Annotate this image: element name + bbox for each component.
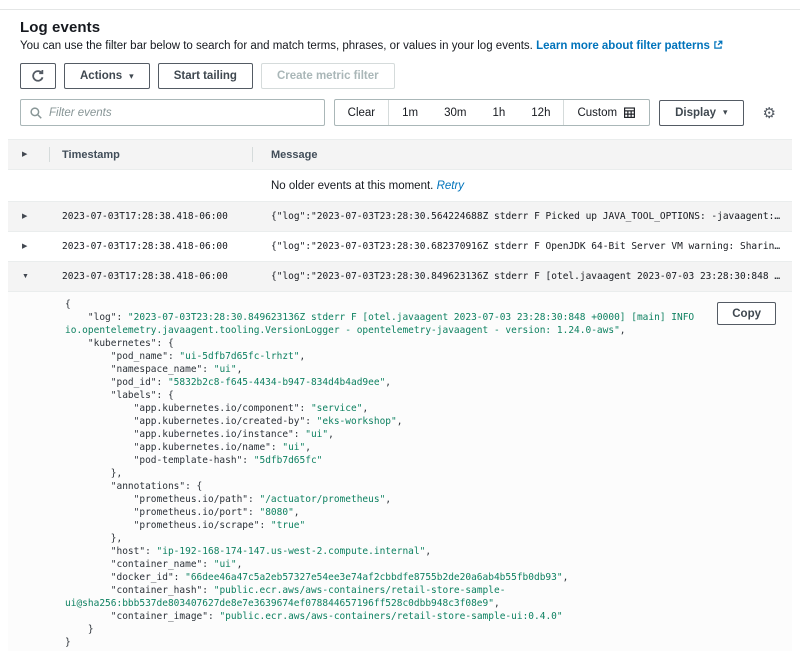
learn-more-link[interactable]: Learn more about filter patterns: [536, 40, 723, 52]
time-range-1m[interactable]: 1m: [389, 100, 431, 125]
row-message: {"log":"2023-07-03T23:28:30.682370916Z s…: [252, 232, 792, 261]
chevron-right-icon: ▶: [22, 213, 27, 220]
actions-button[interactable]: Actions ▾: [64, 63, 150, 89]
toolbar: Actions ▾ Start tailing Create metric fi…: [20, 63, 780, 89]
copy-button[interactable]: Copy: [717, 302, 776, 325]
notice-text: No older events at this moment.: [271, 180, 433, 192]
column-header-timestamp[interactable]: Timestamp: [49, 140, 252, 169]
time-range-12h[interactable]: 12h: [518, 100, 563, 125]
display-label: Display: [675, 107, 716, 119]
create-metric-filter-label: Create metric filter: [277, 70, 379, 82]
filter-events-input[interactable]: [49, 107, 315, 119]
expanded-event-detail: Copy { "log": "2023-07-03T23:28:30.84962…: [8, 292, 792, 651]
display-button[interactable]: Display ▾: [659, 100, 743, 126]
filter-bar: Clear 1m 30m 1h 12h Custom Display ▾ ⚙: [20, 99, 780, 126]
calendar-icon: [623, 106, 636, 119]
row-message: {"log":"2023-07-03T23:28:30.849623136Z s…: [252, 262, 792, 291]
retry-link[interactable]: Retry: [437, 180, 464, 192]
actions-label: Actions: [80, 70, 122, 82]
learn-more-label: Learn more about filter patterns: [536, 40, 710, 52]
description-text: You can use the filter bar below to sear…: [20, 40, 533, 52]
expand-toggle[interactable]: ▶: [8, 213, 49, 220]
page-top-divider: [0, 0, 800, 10]
no-older-events-row: No older events at this moment. Retry: [8, 170, 792, 202]
spacer: [49, 170, 252, 201]
start-tailing-button[interactable]: Start tailing: [158, 63, 253, 89]
expanded-json-code: { "log": "2023-07-03T23:28:30.849623136Z…: [65, 298, 776, 649]
chevron-down-icon: ▾: [723, 108, 728, 117]
time-range-30m[interactable]: 30m: [431, 100, 479, 125]
external-link-icon: [713, 40, 723, 50]
search-icon: [30, 107, 42, 119]
chevron-right-icon: ▶: [22, 151, 27, 158]
table-row[interactable]: ▶ 2023-07-03T17:28:38.418-06:00 {"log":"…: [8, 202, 792, 232]
custom-label: Custom: [577, 107, 617, 119]
table-row-expanded[interactable]: ▼ 2023-07-03T17:28:38.418-06:00 {"log":"…: [8, 262, 792, 292]
expand-all-toggle[interactable]: ▶: [8, 151, 49, 158]
row-timestamp: 2023-07-03T17:28:38.418-06:00: [49, 262, 252, 291]
time-range-clear[interactable]: Clear: [335, 100, 388, 125]
page-description: You can use the filter bar below to sear…: [20, 40, 780, 52]
create-metric-filter-button[interactable]: Create metric filter: [261, 63, 395, 89]
column-header-message[interactable]: Message: [252, 140, 792, 169]
collapse-toggle[interactable]: ▼: [8, 273, 49, 280]
row-message: {"log":"2023-07-03T23:28:30.564224688Z s…: [252, 202, 792, 231]
time-range-1h[interactable]: 1h: [479, 100, 518, 125]
page-title: Log events: [20, 19, 780, 36]
log-events-panel: Log events You can use the filter bar be…: [8, 10, 792, 651]
time-range-custom[interactable]: Custom: [564, 100, 649, 125]
settings-button[interactable]: ⚙: [759, 104, 780, 122]
refresh-button[interactable]: [20, 63, 56, 89]
search-box[interactable]: [20, 99, 325, 126]
chevron-right-icon: ▶: [22, 243, 27, 250]
gear-icon: ⚙: [763, 105, 776, 122]
chevron-down-icon: ▾: [129, 72, 134, 81]
table-row[interactable]: ▶ 2023-07-03T17:28:38.418-06:00 {"log":"…: [8, 232, 792, 262]
refresh-icon: [31, 69, 45, 83]
expand-toggle[interactable]: ▶: [8, 243, 49, 250]
row-timestamp: 2023-07-03T17:28:38.418-06:00: [49, 232, 252, 261]
log-events-table: ▶ Timestamp Message No older events at t…: [8, 139, 792, 651]
start-tailing-label: Start tailing: [174, 70, 237, 82]
time-range-group: Clear 1m 30m 1h 12h Custom: [334, 99, 650, 126]
notice-message: No older events at this moment. Retry: [252, 170, 792, 201]
chevron-down-icon: ▼: [22, 273, 29, 280]
table-header-row: ▶ Timestamp Message: [8, 140, 792, 170]
row-timestamp: 2023-07-03T17:28:38.418-06:00: [49, 202, 252, 231]
